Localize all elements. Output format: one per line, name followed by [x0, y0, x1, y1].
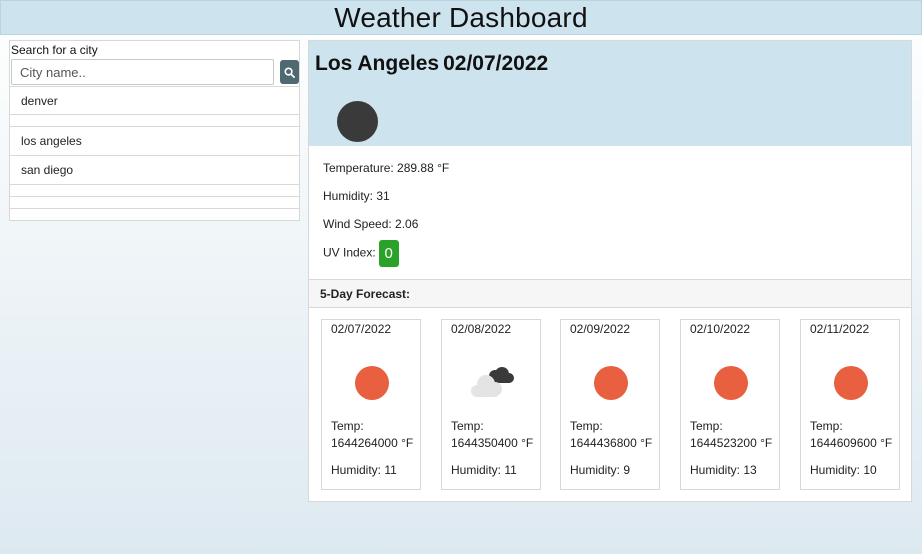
forecast-temp-label: Temp:	[690, 419, 723, 433]
forecast-card: 02/11/2022 Temp: 1644609600 °F Humidity:…	[800, 319, 900, 490]
forecast-date: 02/08/2022	[451, 322, 512, 336]
sun-icon	[355, 366, 389, 400]
city-history-item[interactable]	[9, 185, 300, 197]
current-date: 02/07/2022	[443, 52, 549, 75]
page-title: Weather Dashboard	[334, 1, 588, 33]
forecast-card: 02/08/2022 Temp: 1644350400 °F Humidity:…	[441, 319, 541, 490]
forecast-temp-value: 1644523200 °F	[690, 436, 773, 450]
search-label: Search for a city	[11, 43, 98, 57]
city-history-item[interactable]	[9, 115, 300, 127]
forecast-temp: Temp: 1644350400 °F	[451, 418, 533, 452]
wind-speed-text: Wind Speed: 2.06	[323, 217, 419, 231]
city-history-item[interactable]: los angeles	[9, 127, 300, 156]
weather-panel: Los Angeles 02/07/2022 Temperature: 289.…	[308, 40, 912, 502]
search-panel: Search for a city denver los angeles san…	[9, 40, 300, 221]
forecast-temp-label: Temp:	[331, 419, 364, 433]
uv-index-label: UV Index:	[323, 245, 376, 260]
sun-icon	[714, 366, 748, 400]
city-history-item[interactable]: san diego	[9, 156, 300, 185]
forecast-title: 5-Day Forecast:	[309, 279, 911, 308]
sun-icon	[834, 366, 868, 400]
forecast-temp-label: Temp:	[810, 419, 843, 433]
forecast-temp-value: 1644609600 °F	[810, 436, 893, 450]
search-row	[10, 58, 299, 86]
current-city: Los Angeles	[315, 52, 440, 75]
forecast-date: 02/07/2022	[331, 322, 392, 336]
search-box: Search for a city	[9, 40, 300, 86]
current-title: Los Angeles 02/07/2022	[315, 52, 548, 76]
current-weather-details: Temperature: 289.88 °F Humidity: 31 Wind…	[309, 146, 911, 279]
forecast-humidity: Humidity: 10	[810, 463, 877, 477]
forecast-humidity: Humidity: 11	[331, 463, 397, 477]
clouds-icon	[467, 364, 517, 400]
search-icon	[284, 66, 295, 78]
forecast-temp: Temp: 1644609600 °F	[810, 418, 892, 452]
forecast-humidity: Humidity: 9	[570, 463, 631, 477]
search-button[interactable]	[280, 60, 299, 84]
forecast-date: 02/09/2022	[570, 322, 631, 336]
forecast-cards: 02/07/2022 Temp: 1644264000 °F Humidity:…	[309, 308, 911, 502]
forecast-temp-label: Temp:	[451, 419, 484, 433]
current-weather-icon	[337, 101, 378, 142]
search-input[interactable]	[11, 59, 275, 85]
forecast-date: 02/10/2022	[690, 322, 751, 336]
uv-index-row: UV Index: 0	[323, 240, 399, 267]
forecast-temp-value: 1644436800 °F	[570, 436, 653, 450]
city-history-item[interactable]: denver	[9, 86, 300, 115]
forecast-card: 02/07/2022 Temp: 1644264000 °F Humidity:…	[321, 319, 421, 490]
sun-icon	[594, 366, 628, 400]
humidity-text: Humidity: 31	[323, 189, 390, 203]
forecast-date: 02/11/2022	[810, 322, 870, 336]
forecast-temp: Temp: 1644436800 °F	[570, 418, 652, 452]
forecast-temp-label: Temp:	[570, 419, 603, 433]
forecast-card: 02/10/2022 Temp: 1644523200 °F Humidity:…	[680, 319, 780, 490]
city-history-list: denver los angeles san diego	[9, 86, 300, 221]
page-header: Weather Dashboard	[0, 0, 922, 35]
forecast-card: 02/09/2022 Temp: 1644436800 °F Humidity:…	[560, 319, 660, 490]
forecast-humidity: Humidity: 11	[451, 463, 517, 477]
forecast-humidity: Humidity: 13	[690, 463, 757, 477]
temperature-text: Temperature: 289.88 °F	[323, 161, 450, 175]
forecast-temp: Temp: 1644264000 °F	[331, 418, 413, 452]
city-history-item[interactable]	[9, 197, 300, 209]
forecast-temp-value: 1644264000 °F	[331, 436, 414, 450]
forecast-temp-value: 1644350400 °F	[451, 436, 534, 450]
current-weather-header: Los Angeles 02/07/2022	[309, 41, 911, 146]
uv-index-badge: 0	[378, 240, 399, 267]
forecast-temp: Temp: 1644523200 °F	[690, 418, 772, 452]
city-history-item[interactable]	[9, 209, 300, 221]
